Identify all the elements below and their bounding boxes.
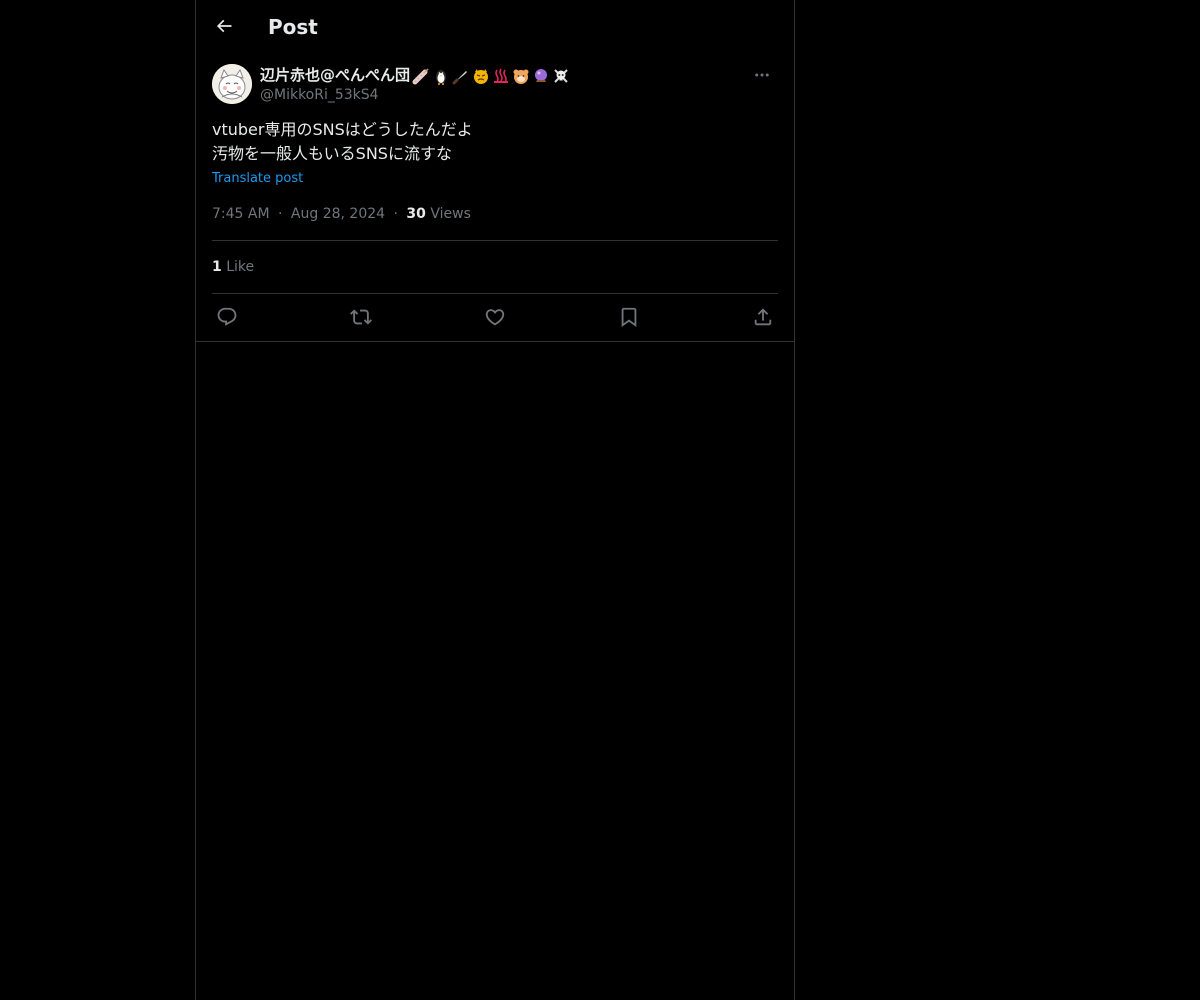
share-button[interactable] <box>748 304 778 330</box>
skull-crossbones-icon <box>554 68 568 83</box>
meta-separator: · <box>278 206 283 222</box>
post-text: vtuber専用のSNSはどうしたんだよ 汚物を一般人もいるSNSに流すな <box>212 120 473 163</box>
likes-label: Like <box>226 259 255 275</box>
hamster-icon <box>513 69 529 84</box>
page-header: Post <box>196 0 794 53</box>
action-bar <box>212 304 778 330</box>
crystal-ball-icon <box>535 68 548 82</box>
primary-column: Post 辺片赤也@ぺんぺん団 @MikkoRi_53kS4 vtuber専用の… <box>195 0 795 1000</box>
author-handle[interactable]: @MikkoRi_53kS4 <box>260 86 570 104</box>
arrow-left-icon <box>216 19 232 33</box>
repost-button[interactable] <box>346 304 376 330</box>
devil-face-icon <box>474 68 489 84</box>
post-time[interactable]: 7:45 AM <box>212 206 270 222</box>
penguin-icon <box>436 69 447 85</box>
page-title: Post <box>268 15 318 39</box>
likes-row[interactable]: 1 Like <box>212 257 254 277</box>
likes-count: 1 <box>212 259 222 275</box>
post-date[interactable]: Aug 28, 2024 <box>291 206 385 222</box>
more-dots-icon <box>755 73 769 77</box>
like-icon <box>485 309 505 326</box>
knife-icon <box>452 70 468 84</box>
bookmark-icon <box>621 307 637 328</box>
meta-separator: · <box>393 206 398 222</box>
views-label: Views <box>430 206 471 222</box>
divider <box>212 293 778 294</box>
like-button[interactable] <box>480 304 510 330</box>
reply-button[interactable] <box>212 304 242 330</box>
avatar-image <box>212 64 252 104</box>
display-name-text: 辺片赤也@ぺんぺん団 <box>260 66 411 84</box>
hot-springs-icon <box>494 68 509 83</box>
name-emojis <box>412 67 570 85</box>
post-bottom-border <box>196 341 794 342</box>
candy-icon <box>412 67 429 84</box>
reply-icon <box>217 307 237 326</box>
repost-icon <box>350 309 372 325</box>
avatar[interactable] <box>212 64 252 104</box>
translate-post-link[interactable]: Translate post <box>212 170 303 188</box>
bookmark-button[interactable] <box>614 304 644 330</box>
share-icon <box>754 308 772 326</box>
more-options-button[interactable] <box>746 64 778 86</box>
author-block: 辺片赤也@ぺんぺん団 @MikkoRi_53kS4 <box>260 64 570 104</box>
divider <box>212 240 778 241</box>
author-display-name[interactable]: 辺片赤也@ぺんぺん団 <box>260 64 570 86</box>
views-count: 30 <box>406 206 426 222</box>
post-meta: 7:45 AM · Aug 28, 2024 · 30 Views <box>212 204 471 224</box>
back-button[interactable] <box>208 10 240 42</box>
